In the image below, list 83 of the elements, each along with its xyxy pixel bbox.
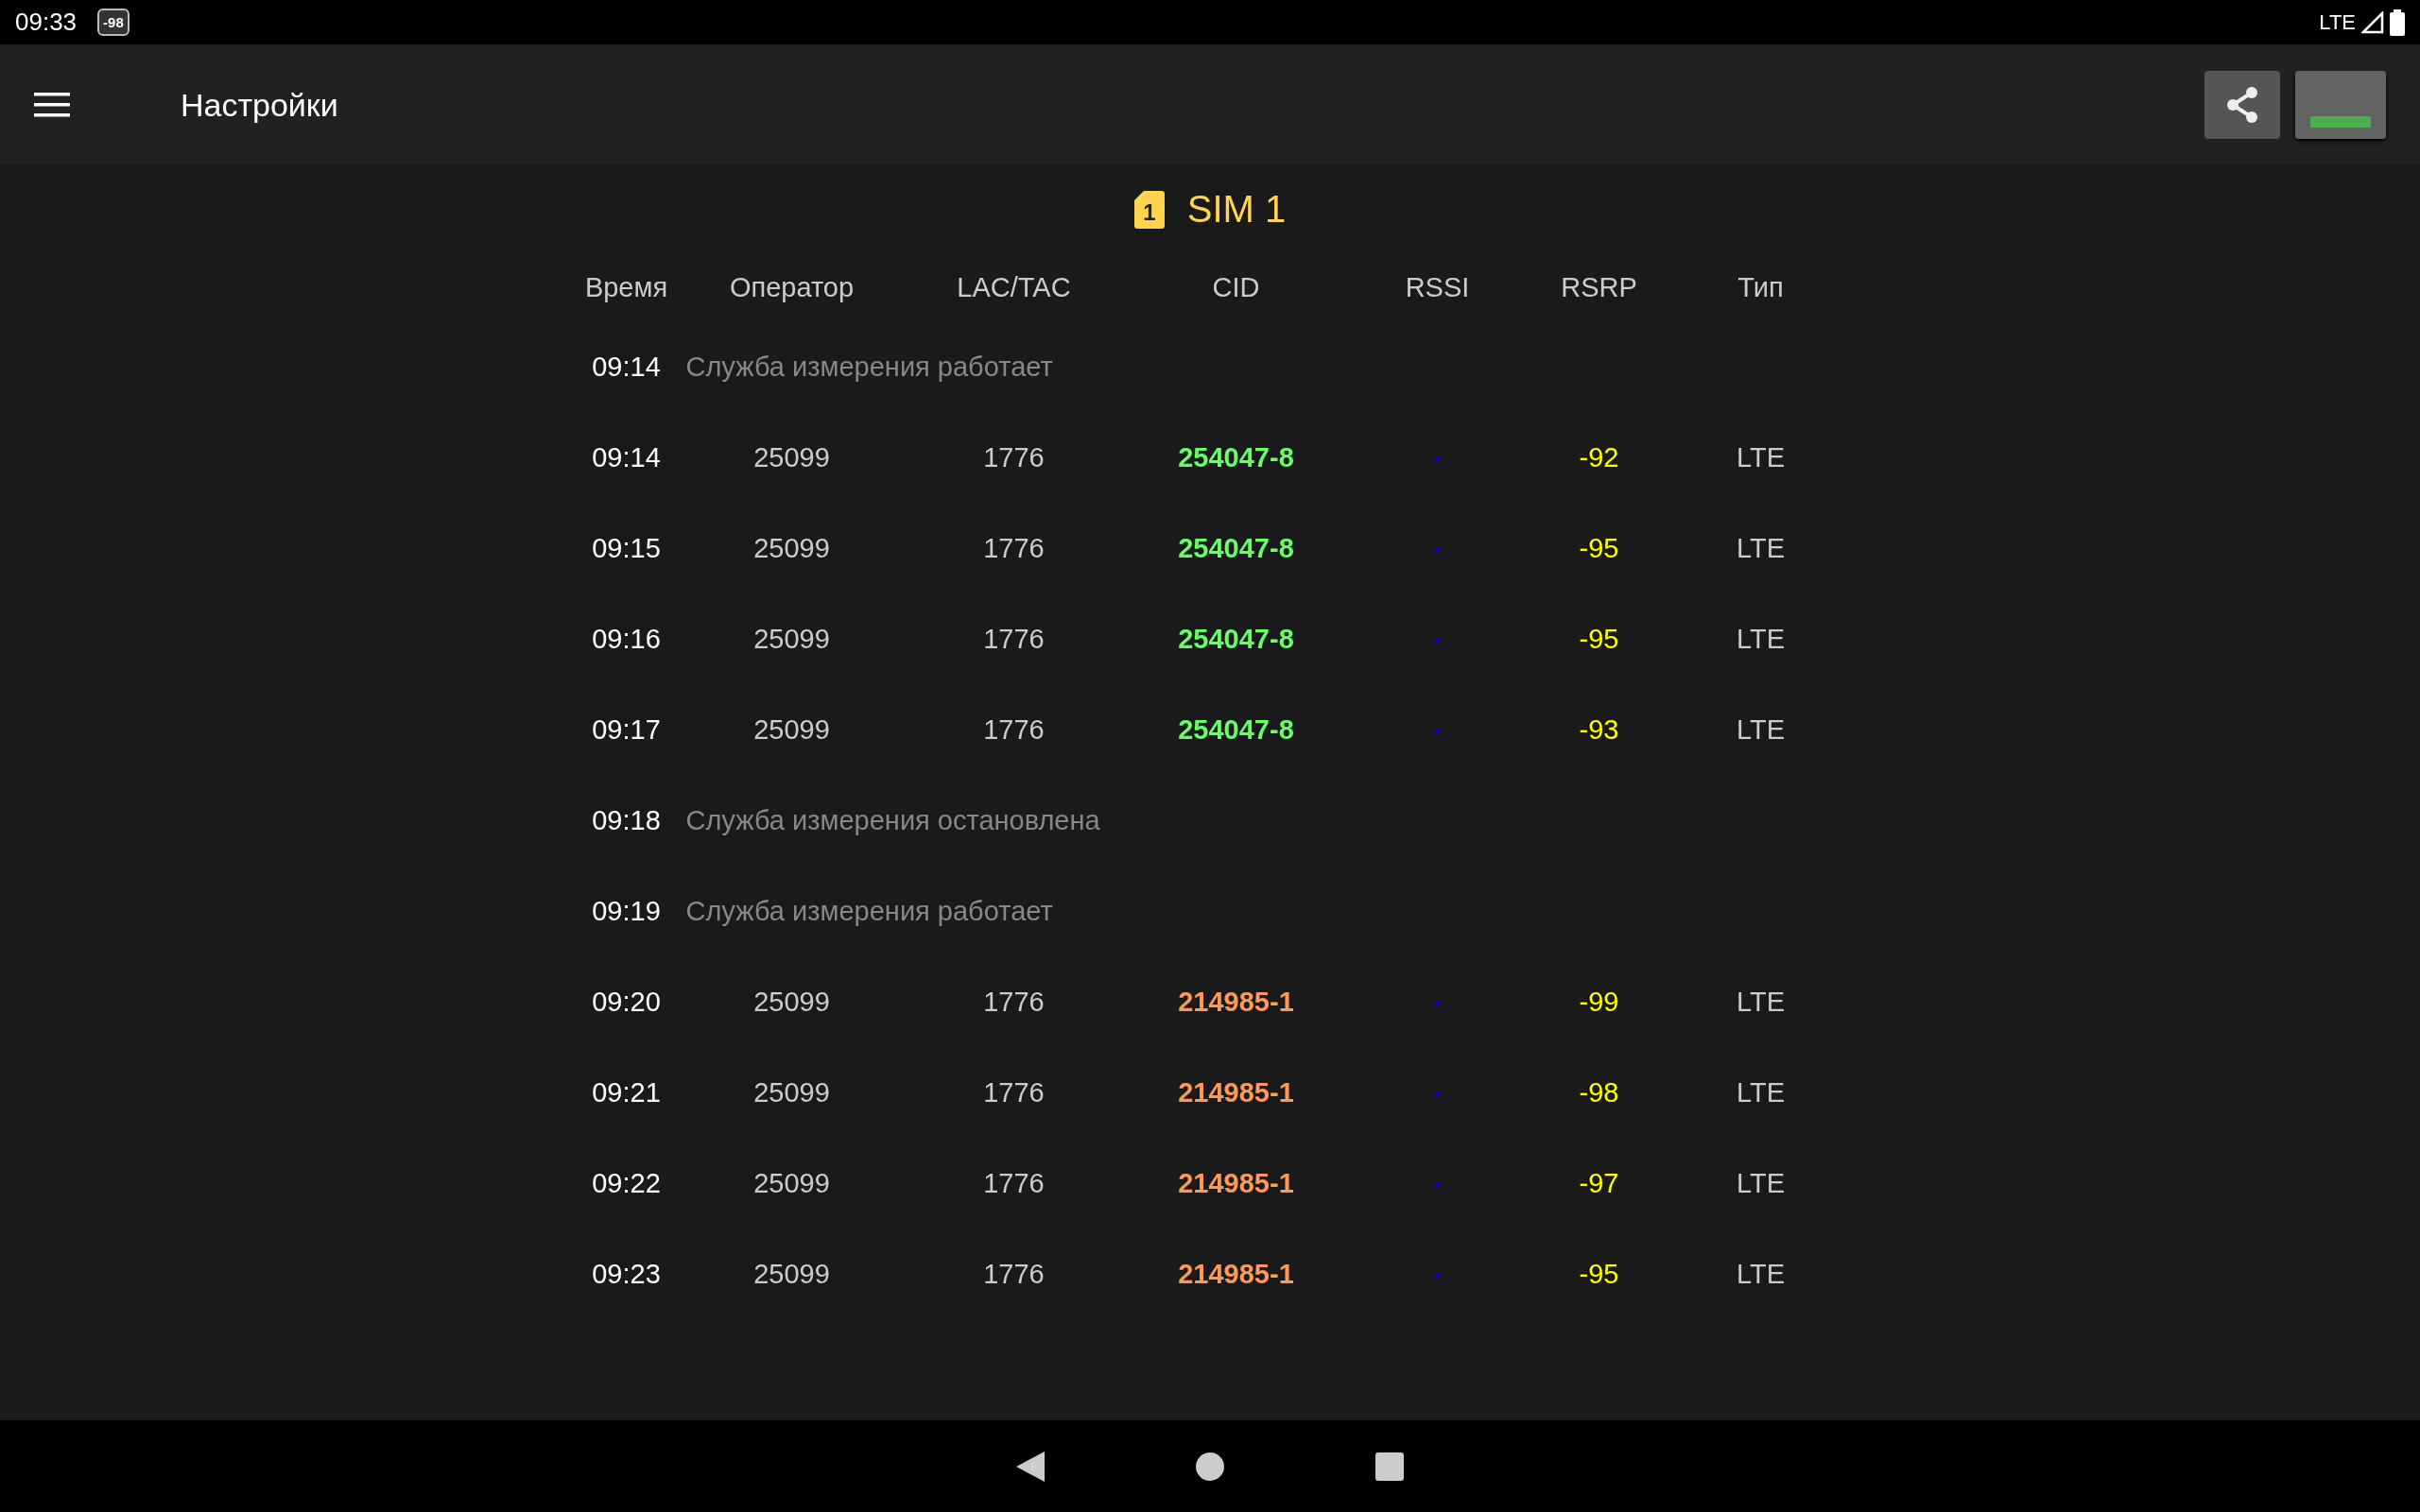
event-message: Служба измерения работает <box>684 350 1054 384</box>
column-header: Оператор <box>728 270 856 304</box>
cid-cell-text: 214985-1 <box>1177 1257 1295 1291</box>
operator-cell-text: 25099 <box>752 1257 831 1291</box>
operator-cell-text: 25099 <box>752 713 831 747</box>
column-header: RSRP <box>1560 270 1638 304</box>
cid-cell-text: 254047-8 <box>1177 713 1295 747</box>
type-cell-text: LTE <box>1735 1075 1786 1109</box>
cid-cell-text: 254047-8 <box>1177 531 1295 565</box>
time-cell-text: 09:17 <box>591 713 662 747</box>
time-cell-text: 09:23 <box>591 1257 662 1291</box>
cid-cell-text: 254047-8 <box>1177 622 1295 656</box>
lac-cell-text: 1776 <box>982 1075 1046 1109</box>
cid-cell-text: 214985-1 <box>1177 985 1295 1019</box>
rssi-cell-text: - <box>1431 713 1443 747</box>
rsrp-cell-text: -95 <box>1578 622 1620 656</box>
event-message: Служба измерения остановлена <box>684 803 1101 837</box>
time-cell-text: 09:20 <box>591 985 662 1019</box>
type-cell-text: LTE <box>1735 622 1786 656</box>
column-header: RSSI <box>1404 270 1471 304</box>
rssi-cell-text: - <box>1431 440 1443 474</box>
home-icon[interactable] <box>1196 1452 1224 1481</box>
bar-icon <box>2310 116 2371 128</box>
share-button[interactable] <box>2204 71 2280 139</box>
rssi-cell-text: - <box>1431 1075 1443 1109</box>
operator-cell-text: 25099 <box>752 1166 831 1200</box>
lac-cell-text: 1776 <box>982 440 1046 474</box>
lac-cell-text: 1776 <box>982 985 1046 1019</box>
type-cell-text: LTE <box>1735 1257 1786 1291</box>
lac-cell-text: 1776 <box>982 713 1046 747</box>
column-header: CID <box>1211 270 1261 304</box>
time-cell-text: 09:18 <box>591 803 662 837</box>
event-message: Служба измерения работает <box>684 894 1054 928</box>
operator-cell-text: 25099 <box>752 622 831 656</box>
rssi-cell-text: - <box>1431 985 1443 1019</box>
time-cell-text: 09:16 <box>591 622 662 656</box>
time-cell-text: 09:15 <box>591 531 662 565</box>
network-type: LTE <box>2319 9 2356 35</box>
type-cell-text: LTE <box>1735 713 1786 747</box>
rssi-cell-text: - <box>1431 1166 1443 1200</box>
time-cell-text: 09:14 <box>591 350 662 384</box>
operator-cell-text: 25099 <box>752 1075 831 1109</box>
type-cell-text: LTE <box>1735 440 1786 474</box>
type-cell-text: LTE <box>1735 985 1786 1019</box>
cid-cell-text: 254047-8 <box>1177 440 1295 474</box>
type-cell-text: LTE <box>1735 531 1786 565</box>
time-cell-text: 09:19 <box>591 894 662 928</box>
status-time: 09:33 <box>15 8 78 37</box>
rssi-cell-text: - <box>1431 1257 1443 1291</box>
rsrp-cell-text: -98 <box>1578 1075 1620 1109</box>
battery-icon <box>2390 9 2405 36</box>
sim-card-icon: 1 <box>1133 190 1165 229</box>
toolbar-title: Настройки <box>181 86 338 124</box>
cid-cell-text: 214985-1 <box>1177 1166 1295 1200</box>
column-header: Тип <box>1737 270 1785 304</box>
sim-title: SIM 1 <box>1186 188 1287 231</box>
cid-cell-text: 214985-1 <box>1177 1075 1295 1109</box>
column-header: LAC/TAC <box>956 270 1072 304</box>
lac-cell-text: 1776 <box>982 1166 1046 1200</box>
time-cell-text: 09:22 <box>591 1166 662 1200</box>
back-icon[interactable] <box>1016 1451 1045 1482</box>
rsrp-cell-text: -99 <box>1578 985 1620 1019</box>
lac-cell-text: 1776 <box>982 1257 1046 1291</box>
operator-cell-text: 25099 <box>752 531 831 565</box>
rsrp-cell-text: -95 <box>1578 1257 1620 1291</box>
time-cell-text: 09:14 <box>591 440 662 474</box>
menu-icon[interactable] <box>34 93 70 117</box>
rsrp-cell-text: -97 <box>1578 1166 1620 1200</box>
lac-cell-text: 1776 <box>982 531 1046 565</box>
type-cell-text: LTE <box>1735 1166 1786 1200</box>
operator-cell-text: 25099 <box>752 440 831 474</box>
rsrp-cell-text: -92 <box>1578 440 1620 474</box>
recents-icon[interactable] <box>1375 1452 1404 1481</box>
operator-cell-text: 25099 <box>752 985 831 1019</box>
lac-cell-text: 1776 <box>982 622 1046 656</box>
rssi-cell-text: - <box>1431 531 1443 565</box>
rsrp-cell-text: -93 <box>1578 713 1620 747</box>
rssi-cell-text: - <box>1431 622 1443 656</box>
column-header: Время <box>583 270 669 304</box>
rsrp-cell-text: -95 <box>1578 531 1620 565</box>
time-cell-text: 09:21 <box>591 1075 662 1109</box>
signal-icon <box>2361 10 2384 34</box>
signal-badge: -98 <box>97 9 130 36</box>
